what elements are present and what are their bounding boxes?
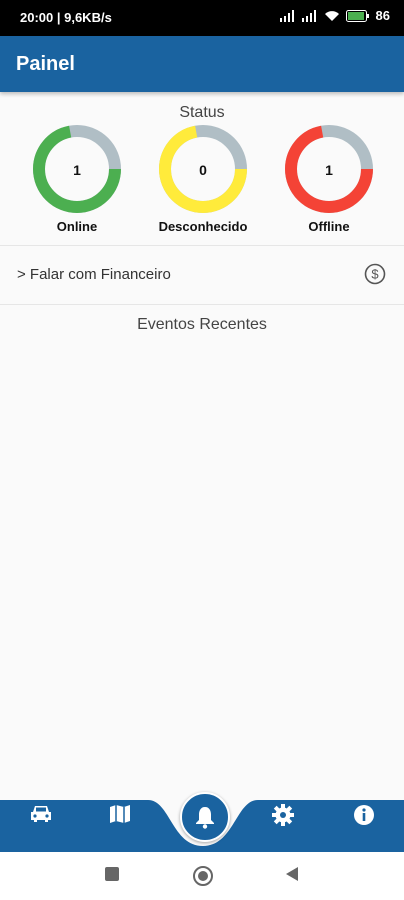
donut-count: 1 [73,162,81,178]
status-donut-offline[interactable]: 1 Offline [279,122,379,242]
status-heading: Status [179,104,225,121]
divider [0,304,404,305]
signal-icon [301,9,316,22]
signal-icon [279,9,294,22]
info-icon[interactable] [353,804,375,831]
donut-count: 0 [199,162,207,178]
recent-events-heading: Eventos Recentes [137,316,267,333]
gear-icon[interactable] [272,804,294,831]
status-donut-unknown[interactable]: 0 Desconhecido [153,122,253,242]
app-bar: Painel [0,36,404,92]
home-circle-icon[interactable] [192,865,214,892]
divider [0,245,404,246]
back-triangle-icon[interactable] [284,866,300,887]
donut-count: 1 [325,162,333,178]
dollar-circle-icon[interactable]: $ [364,263,386,290]
bell-icon [196,807,214,829]
donut-label: Online [56,219,98,234]
alerts-button[interactable] [180,792,230,842]
car-icon[interactable] [29,804,53,829]
system-navigation-bar [0,852,404,900]
finance-contact-label: > Falar com Financeiro [17,266,171,283]
recents-square-icon[interactable] [104,866,120,887]
status-donut-online[interactable]: 1 Online [27,122,127,242]
status-time: 20:00 | 9,6KB/s [20,10,112,25]
finance-contact-row[interactable]: > Falar com Financeiro $ [0,247,404,303]
donut-label: Desconhecido [158,219,248,234]
battery-icon [345,9,369,22]
donut-label: Offline [308,219,350,234]
status-icons: 86 [279,8,390,23]
battery-percent: 86 [375,8,390,23]
page-title: Painel [16,53,75,75]
map-icon[interactable] [109,804,131,829]
wifi-icon [324,10,339,21]
system-status-bar: 20:00 | 9,6KB/s 86 [0,0,404,36]
svg-text:$: $ [371,267,379,282]
